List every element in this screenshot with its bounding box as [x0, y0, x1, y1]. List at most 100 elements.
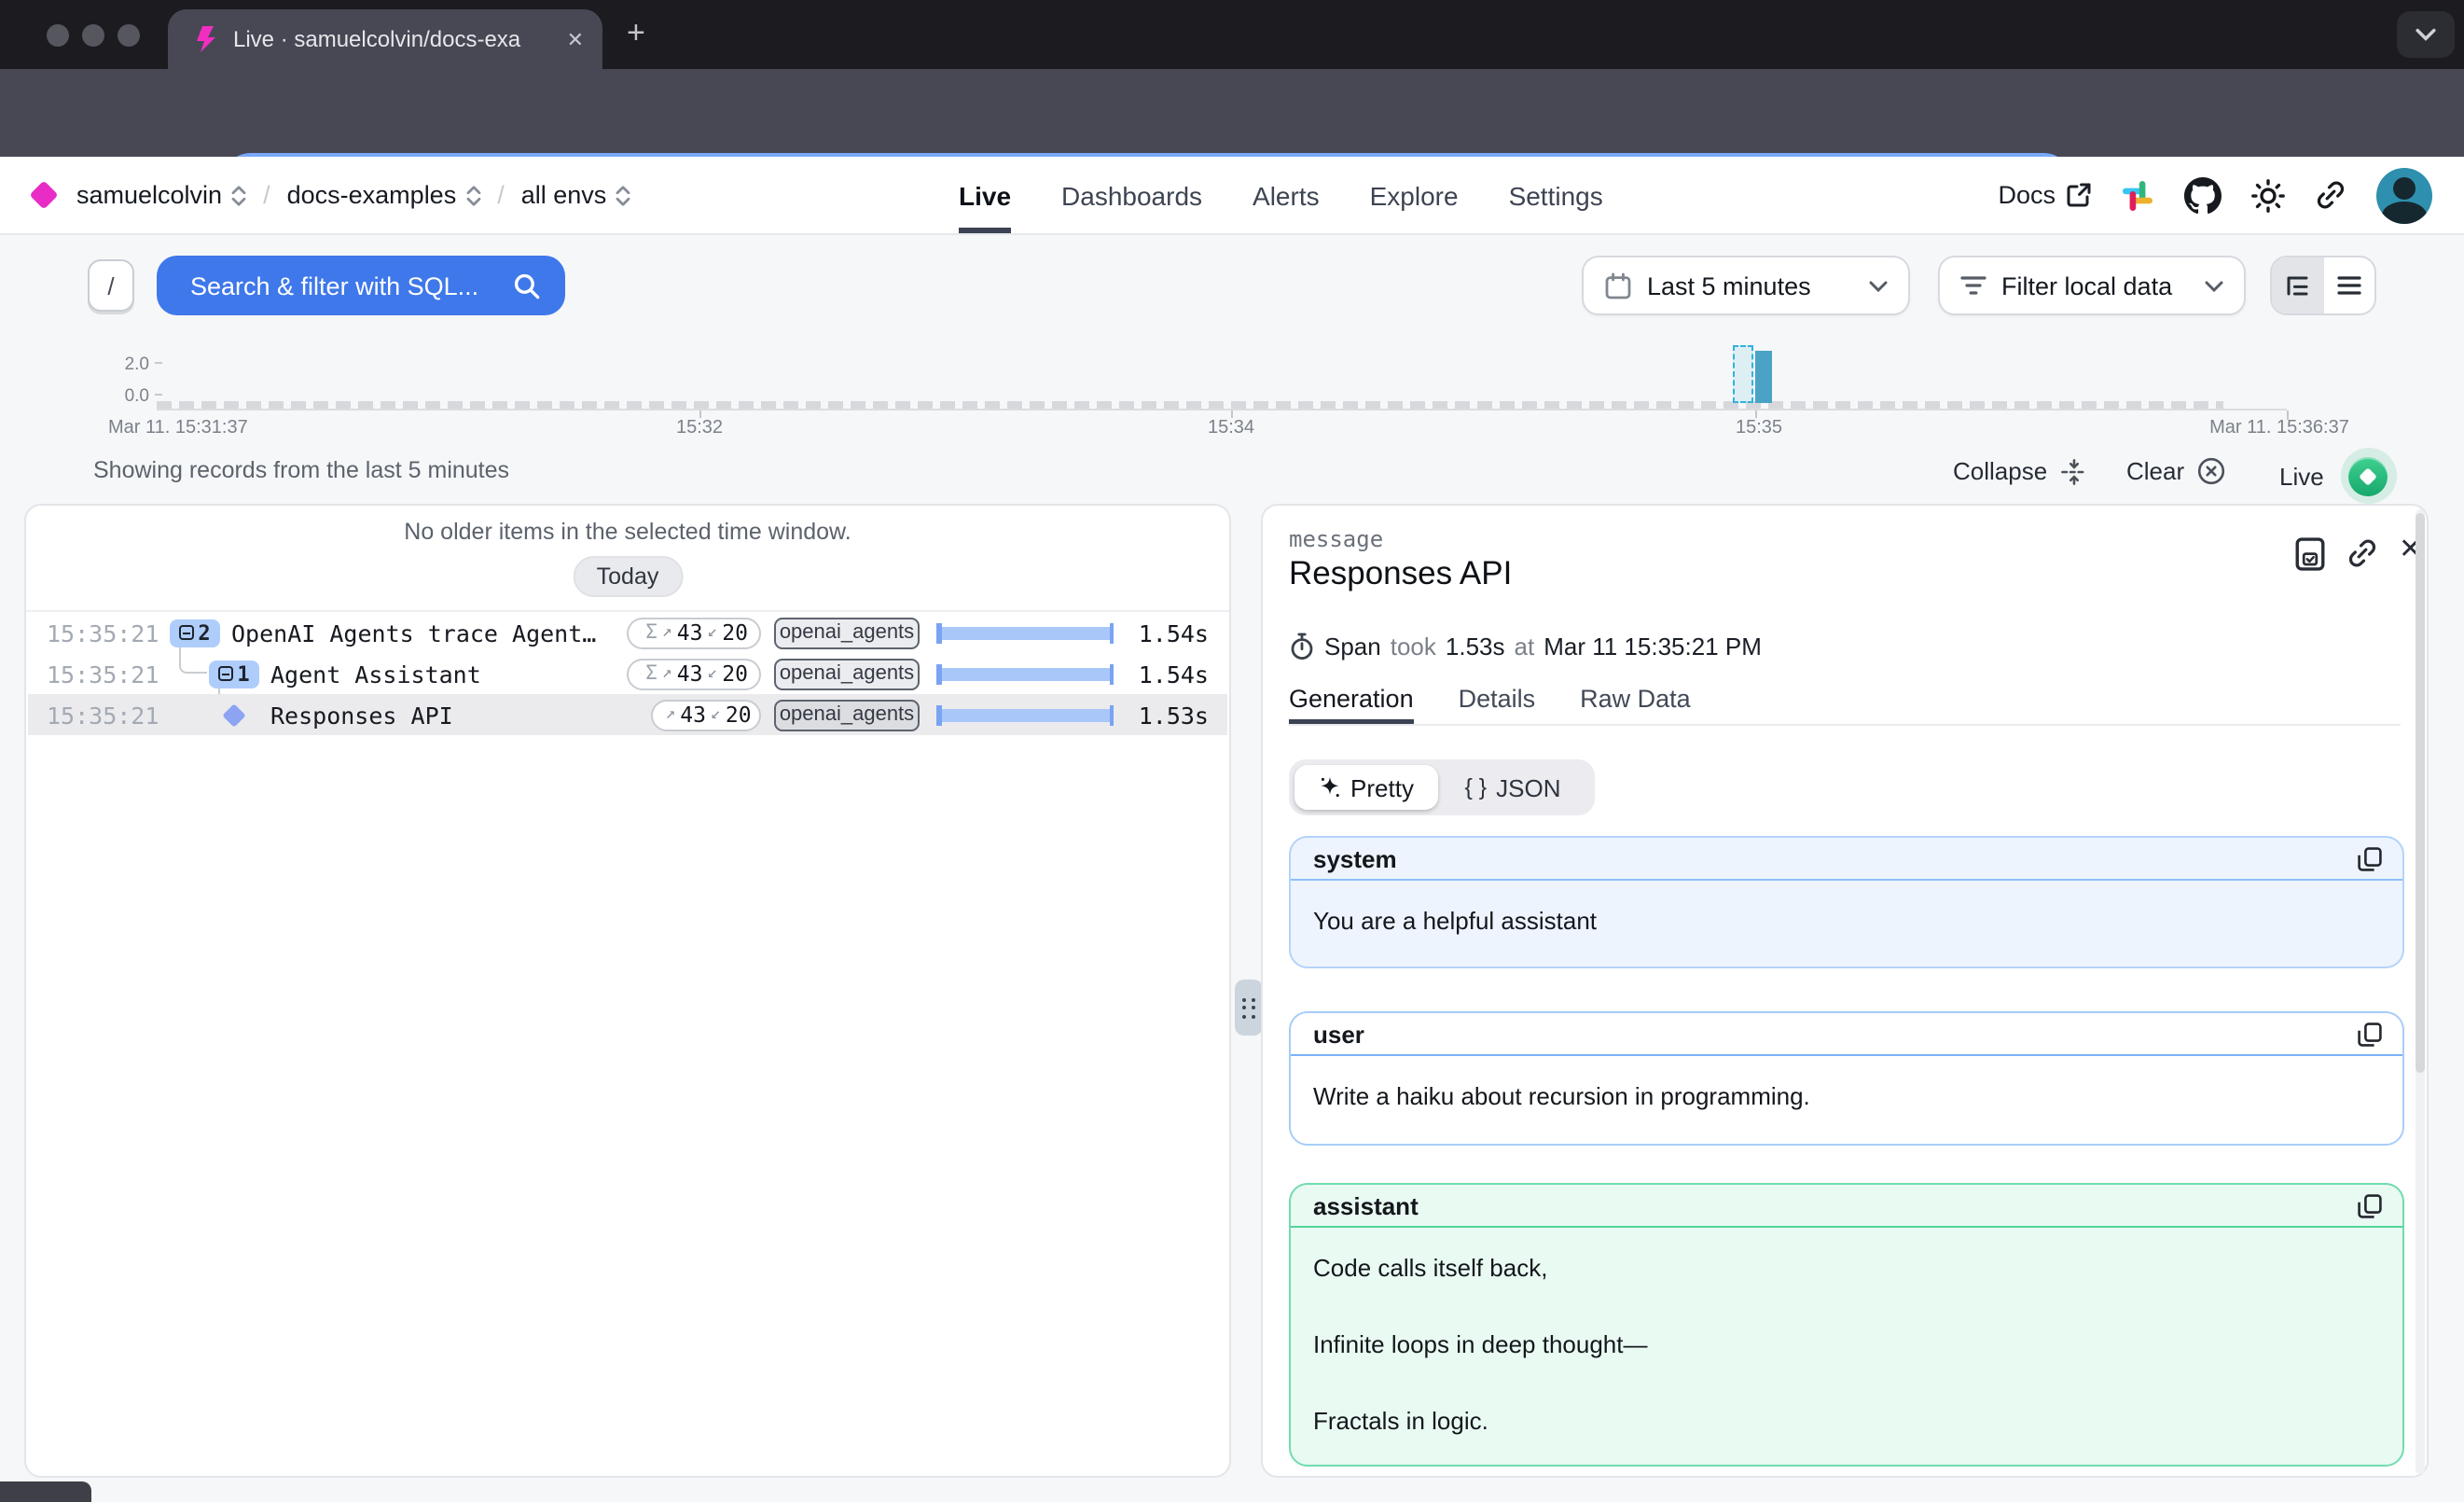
- traffic-light-minimize[interactable]: [82, 24, 104, 47]
- duration-value: 1.54s: [1139, 660, 1209, 688]
- span-kind-label: message: [1289, 526, 1383, 552]
- token-usage-pill[interactable]: Σ ↗43 ↙20: [627, 617, 761, 648]
- tab-search-chevron-icon[interactable]: [2397, 11, 2455, 58]
- tree-view-button[interactable]: [2272, 257, 2323, 313]
- github-icon[interactable]: [2184, 176, 2222, 214]
- breadcrumb-org[interactable]: samuelcolvin: [76, 181, 246, 209]
- timeline-activity-bar[interactable]: [1755, 351, 1772, 403]
- traffic-light-zoom[interactable]: [118, 24, 140, 47]
- pretty-view-button[interactable]: Pretty: [1294, 765, 1438, 810]
- duration-value: 1.54s: [1139, 619, 1209, 647]
- scope-tag[interactable]: openai_agents: [774, 617, 920, 648]
- search-button[interactable]: Search & filter with SQL...: [157, 256, 565, 315]
- timeline-ytick-mark: [155, 362, 162, 364]
- live-toggle[interactable]: Live: [2279, 448, 2397, 504]
- timeline-xlabel: Mar 11. 15:31:37: [108, 418, 248, 438]
- clear-button[interactable]: Clear: [2126, 457, 2225, 485]
- duration-value: 1.53s: [1139, 701, 1209, 729]
- trace-row[interactable]: 15:35:21 2 OpenAI Agents trace Agent… Σ …: [28, 612, 1227, 653]
- trace-row-selected[interactable]: 15:35:21 Responses API ↗43 ↙20 openai_ag…: [28, 694, 1227, 735]
- message-card-assistant: assistant Code calls itself back, Infini…: [1289, 1183, 2404, 1467]
- breadcrumb-separator: /: [497, 181, 505, 209]
- time-range-dropdown[interactable]: Last 5 minutes: [1582, 256, 1910, 315]
- collapse-box-icon: [179, 625, 194, 640]
- scrollbar-thumb[interactable]: [2416, 513, 2425, 1073]
- empty-notice: No older items in the selected time wind…: [26, 519, 1229, 545]
- sparkle-icon: [1319, 776, 1341, 799]
- add-to-dashboard-icon[interactable]: [2294, 537, 2326, 571]
- span-name[interactable]: OpenAI Agents trace Agent…: [231, 619, 596, 647]
- duration-bar: [936, 667, 1114, 680]
- role-label: user: [1313, 1020, 1364, 1048]
- new-tab-icon[interactable]: +: [627, 15, 645, 52]
- tab-alerts[interactable]: Alerts: [1253, 157, 1320, 233]
- message-text: You are a helpful assistant: [1313, 907, 2380, 935]
- tab-details[interactable]: Details: [1459, 685, 1536, 724]
- collapse-children-badge[interactable]: 2: [170, 619, 220, 647]
- message-text: Code calls itself back,: [1313, 1254, 2380, 1282]
- role-label: system: [1313, 844, 1397, 872]
- copy-link-icon[interactable]: [2346, 537, 2378, 569]
- collapse-children-badge[interactable]: 1: [209, 660, 259, 688]
- screen: Live · samuelcolvin/docs-exa ✕ + logfire…: [0, 0, 2464, 1502]
- breadcrumb-env[interactable]: all envs: [521, 181, 631, 209]
- browser-tab[interactable]: Live · samuelcolvin/docs-exa ✕: [168, 9, 602, 69]
- trace-row[interactable]: 15:35:21 1 Agent Assistant Σ ↗43 ↙20 ope…: [28, 653, 1227, 694]
- tab-live[interactable]: Live: [959, 157, 1011, 233]
- records-status-text: Showing records from the last 5 minutes: [93, 457, 509, 483]
- row-timestamp: 15:35:21: [47, 619, 159, 647]
- user-avatar[interactable]: [2376, 167, 2432, 223]
- pretty-json-toggle: Pretty { } JSON: [1289, 759, 1595, 815]
- list-view-button[interactable]: [2323, 257, 2374, 313]
- tab-generation[interactable]: Generation: [1289, 685, 1414, 724]
- traffic-light-close[interactable]: [47, 24, 69, 47]
- logfire-logo[interactable]: [29, 180, 58, 209]
- span-name[interactable]: Responses API: [270, 701, 453, 729]
- today-chip[interactable]: Today: [573, 556, 684, 597]
- panel-resize-handle[interactable]: [1235, 980, 1263, 1036]
- app-header: samuelcolvin / docs-examples / all envs …: [0, 157, 2464, 235]
- slack-icon[interactable]: [2121, 178, 2154, 212]
- copy-icon[interactable]: [2358, 1022, 2382, 1046]
- copy-icon[interactable]: [2358, 1193, 2382, 1217]
- row-timestamp: 15:35:21: [47, 702, 159, 730]
- tab-settings[interactable]: Settings: [1509, 157, 1603, 233]
- theme-sun-icon[interactable]: [2251, 178, 2285, 212]
- updown-chevron-icon: [616, 184, 630, 206]
- span-diamond-icon: [222, 702, 245, 726]
- docs-link[interactable]: Docs: [1998, 181, 2091, 209]
- browser-tab-strip: Live · samuelcolvin/docs-exa ✕ +: [0, 0, 2464, 69]
- timeline-baseline-dashes: [157, 401, 2223, 409]
- tab-dashboards[interactable]: Dashboards: [1061, 157, 1202, 233]
- tab-close-icon[interactable]: ✕: [567, 27, 584, 51]
- filter-dropdown[interactable]: Filter local data: [1938, 256, 2246, 315]
- token-usage-pill[interactable]: ↗43 ↙20: [651, 699, 761, 730]
- scope-tag[interactable]: openai_agents: [774, 658, 920, 689]
- span-name[interactable]: Agent Assistant: [270, 660, 481, 688]
- tab-title: Live · samuelcolvin/docs-exa: [233, 26, 535, 52]
- chevron-down-icon: [1869, 279, 1888, 292]
- search-placeholder: Search & filter with SQL...: [190, 271, 513, 299]
- timeline-selection-window[interactable]: [1733, 345, 1753, 403]
- span-title: Responses API: [1289, 554, 1512, 593]
- breadcrumb-project[interactable]: docs-examples: [287, 181, 481, 209]
- app-header-actions: Docs: [1998, 157, 2432, 233]
- live-indicator-icon[interactable]: [2349, 456, 2388, 495]
- detail-tabs: Generation Details Raw Data: [1289, 685, 2401, 726]
- json-view-button[interactable]: { } JSON: [1438, 773, 1587, 801]
- tab-explore[interactable]: Explore: [1370, 157, 1459, 233]
- message-text: Infinite loops in deep thought—: [1313, 1330, 2380, 1358]
- scope-tag[interactable]: openai_agents: [774, 699, 920, 730]
- share-link-icon[interactable]: [2315, 179, 2346, 211]
- app-tabs: Live Dashboards Alerts Explore Settings: [959, 157, 1603, 233]
- braces-icon: { }: [1465, 774, 1488, 800]
- copy-icon[interactable]: [2358, 846, 2382, 870]
- token-usage-pill[interactable]: Σ ↗43 ↙20: [627, 658, 761, 689]
- token-coin-icon: [640, 623, 641, 642]
- collapse-button[interactable]: Collapse: [1953, 457, 2086, 485]
- chevron-down-icon: [2205, 279, 2223, 292]
- drag-dots-icon: [1243, 997, 1255, 1018]
- timeline-xlabel: Mar 11. 15:36:37: [2209, 418, 2349, 438]
- slash-shortcut-key[interactable]: /: [88, 259, 134, 312]
- tab-raw-data[interactable]: Raw Data: [1580, 685, 1691, 724]
